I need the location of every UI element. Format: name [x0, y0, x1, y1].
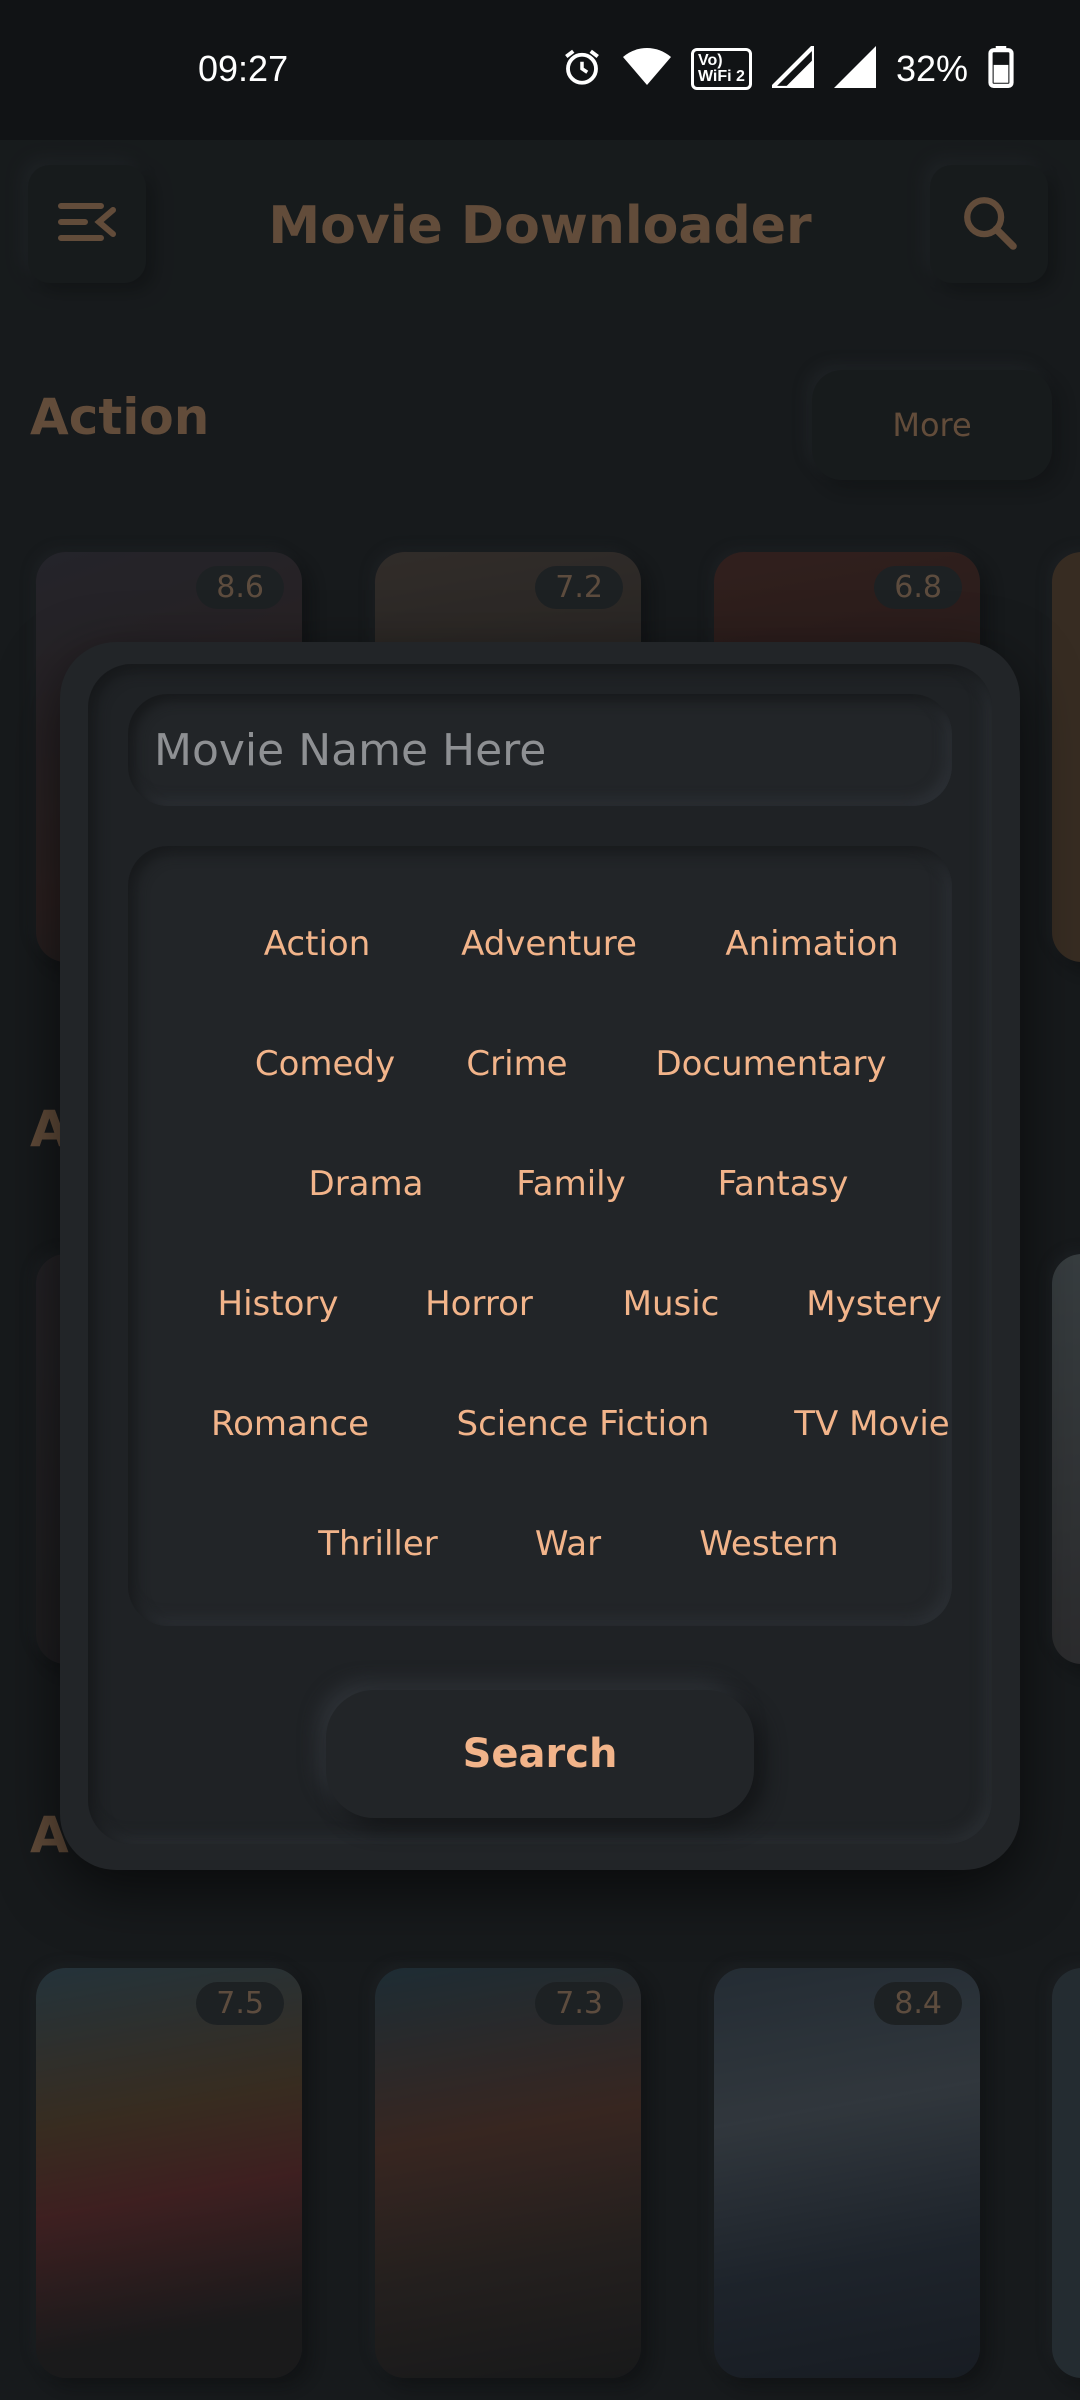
rating-badge: 6.8	[874, 566, 962, 609]
genre-chip[interactable]: Mystery	[806, 1284, 942, 1324]
genre-chip[interactable]: Animation	[725, 924, 898, 964]
alarm-icon	[561, 46, 603, 92]
rating-badge: 7.5	[196, 1982, 284, 2025]
genre-panel: Action Adventure Animation Comedy Crime …	[128, 846, 952, 1626]
movie-poster[interactable]	[1052, 1254, 1080, 1664]
wifi-icon	[622, 46, 671, 92]
signal-icon	[766, 40, 817, 92]
genre-chip[interactable]: TV Movie	[794, 1404, 949, 1444]
genre-chip[interactable]: Science Fiction	[457, 1404, 710, 1444]
dialog-inner-panel: Action Adventure Animation Comedy Crime …	[88, 664, 992, 1844]
status-time: 09:27	[198, 48, 289, 89]
genre-chip[interactable]: Adventure	[461, 924, 637, 964]
rating-badge: 8.4	[874, 1982, 962, 2025]
more-button[interactable]: More	[812, 370, 1052, 480]
movie-poster[interactable]	[1052, 552, 1080, 962]
status-icons: Vo) WiFi 2 32%	[561, 40, 1014, 92]
movie-name-input[interactable]	[128, 694, 952, 806]
genre-chip[interactable]: Horror	[425, 1284, 533, 1324]
genre-chip[interactable]: War	[535, 1524, 601, 1564]
section-title-action: Action	[30, 388, 210, 446]
wifi-badge-bottom: WiFi 2	[697, 68, 745, 85]
app-title: Movie Downloader	[268, 196, 812, 256]
genre-chip[interactable]: Comedy	[255, 1044, 395, 1084]
search-button[interactable]	[930, 165, 1048, 283]
genre-chip[interactable]: History	[218, 1284, 339, 1324]
genre-chip[interactable]: Action	[264, 924, 370, 964]
movie-poster[interactable]: 7.5	[36, 1968, 302, 2378]
movie-poster[interactable]: 7.3	[375, 1968, 641, 2378]
wifi-calling-icon: Vo) WiFi 2	[690, 48, 752, 90]
signal-icon	[833, 46, 876, 92]
rating-badge: 8.6	[196, 566, 284, 609]
genre-chip[interactable]: Thriller	[318, 1524, 438, 1564]
movie-poster[interactable]: 8.4	[714, 1968, 980, 2378]
genre-chip[interactable]: Music	[623, 1284, 720, 1324]
wifi-badge-top: Vo)	[697, 52, 723, 69]
genre-chip[interactable]: Crime	[466, 1044, 567, 1084]
genre-chip[interactable]: Romance	[211, 1404, 369, 1444]
genre-chip[interactable]: Drama	[309, 1164, 424, 1204]
rating-badge: 7.2	[535, 566, 623, 609]
rating-badge: 7.3	[535, 1982, 623, 2025]
screen: 09:27 Vo) WiFi 2 32% Movie Downloader Ac…	[0, 0, 1080, 2400]
genre-chip[interactable]: Family	[516, 1164, 625, 1204]
search-icon	[960, 193, 1018, 255]
battery-icon	[988, 46, 1014, 92]
genre-chip[interactable]: Fantasy	[718, 1164, 849, 1204]
status-bar: 09:27 Vo) WiFi 2 32%	[0, 0, 1080, 140]
genre-chip[interactable]: Western	[699, 1524, 838, 1564]
genre-chip[interactable]: Documentary	[655, 1044, 886, 1084]
search-submit-button[interactable]: Search	[326, 1690, 754, 1818]
movie-poster[interactable]	[1052, 1968, 1080, 2378]
search-dialog: Action Adventure Animation Comedy Crime …	[60, 642, 1020, 1870]
battery-percent: 32%	[895, 48, 968, 89]
